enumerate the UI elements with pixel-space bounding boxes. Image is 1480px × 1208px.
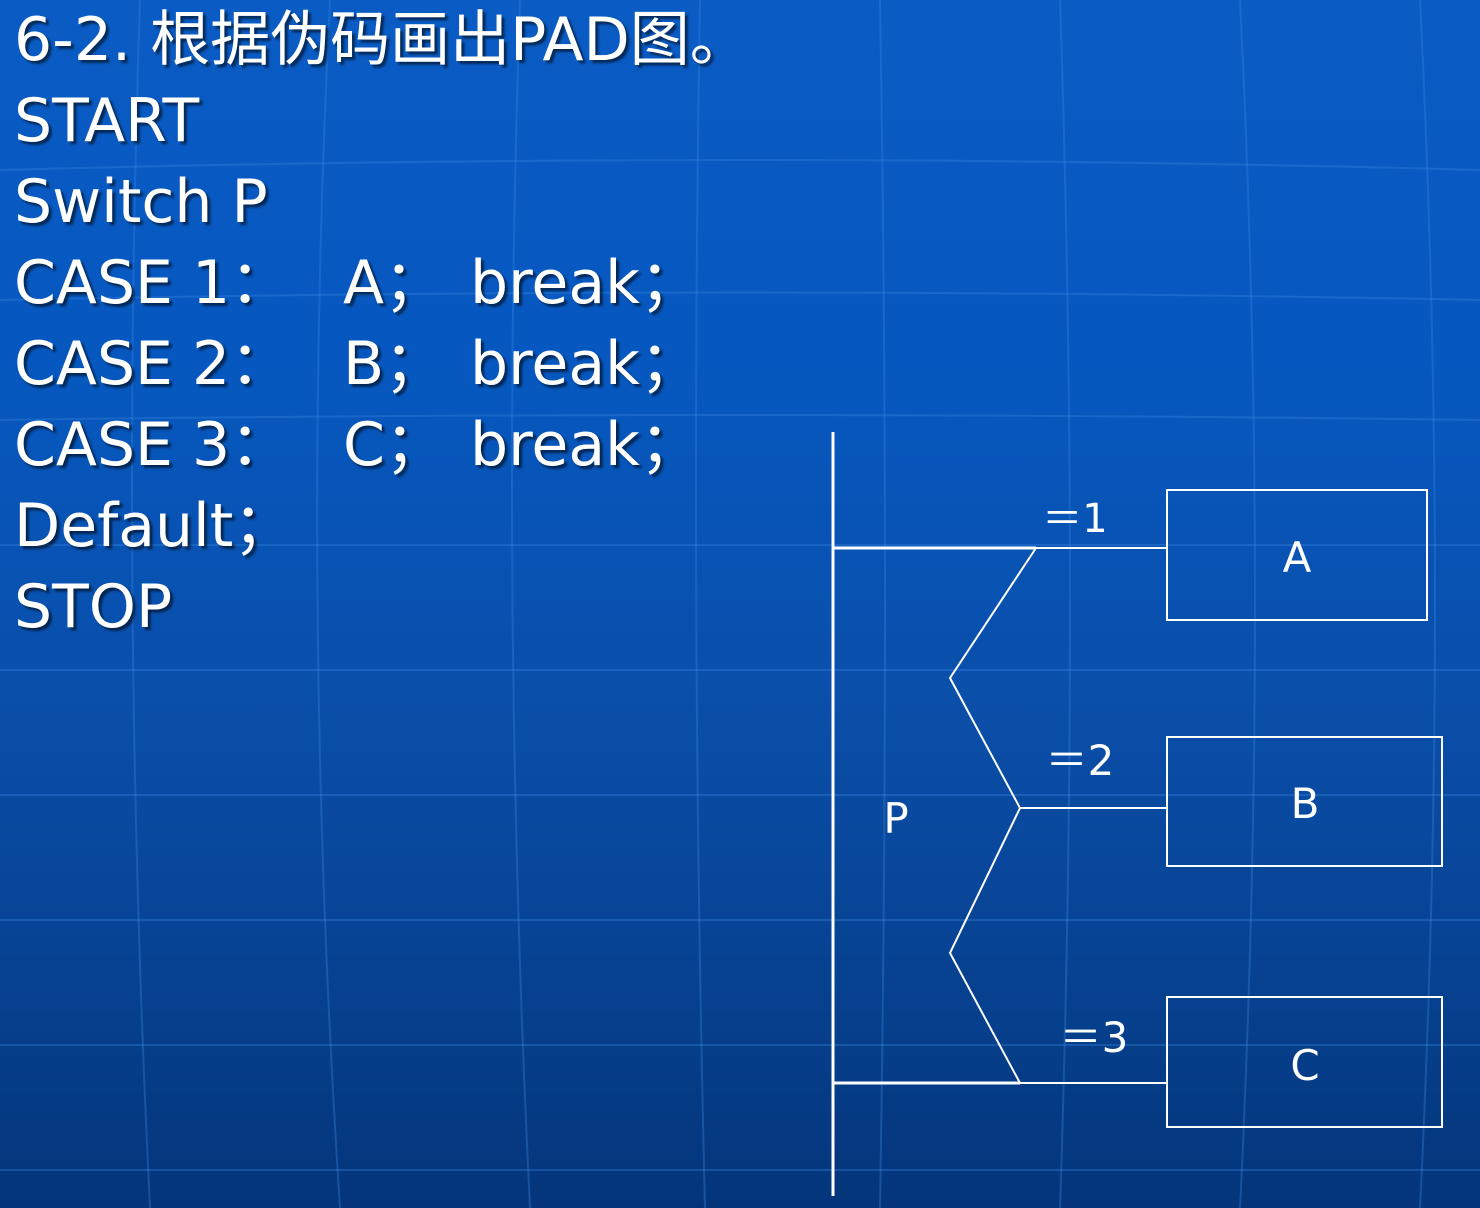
- pad-selector-zigzag: [948, 547, 1037, 1084]
- box-c-label: C: [1290, 1041, 1319, 1090]
- pad-diagram: P ＝1 ＝2 ＝3 A B C: [831, 432, 1443, 1196]
- branch-label-1: ＝1: [1042, 496, 1107, 542]
- branch-label-3: ＝3: [1060, 1013, 1129, 1062]
- selector-label: P: [883, 794, 908, 843]
- branch-label-2: ＝2: [1046, 736, 1115, 785]
- box-b-label: B: [1291, 779, 1320, 828]
- box-a-label: A: [1283, 533, 1312, 582]
